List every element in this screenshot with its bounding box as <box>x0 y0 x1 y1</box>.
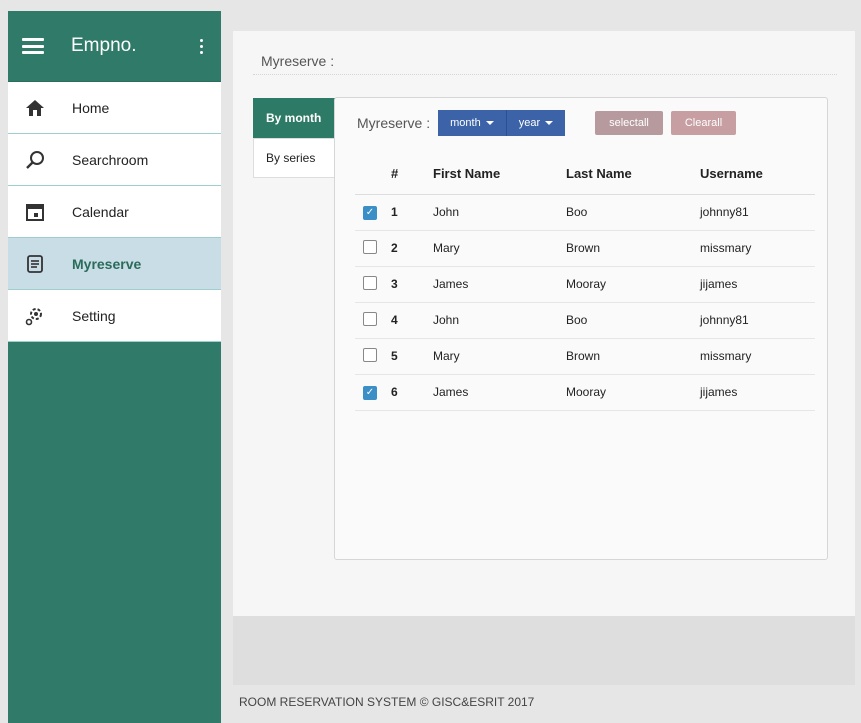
row-last-name: Mooray <box>566 374 700 411</box>
footer-band <box>233 616 855 685</box>
row-checkbox[interactable] <box>363 311 377 326</box>
select-all-button[interactable]: selectall <box>595 111 663 135</box>
row-num: 6 <box>381 374 433 411</box>
period-dropdowns: month year <box>438 110 566 136</box>
table-row: ✓ 1 John Boo johnny81 <box>355 194 815 231</box>
row-num: 3 <box>381 266 433 303</box>
row-username: missmary <box>700 230 815 267</box>
chevron-down-icon <box>485 121 494 125</box>
reserve-panel: Myreserve : month year selectall Clearal… <box>334 97 828 560</box>
row-num: 4 <box>381 302 433 339</box>
row-checkbox[interactable] <box>363 239 377 254</box>
row-first-name: James <box>433 374 566 411</box>
title-divider <box>253 74 837 75</box>
row-num: 2 <box>381 230 433 267</box>
header-num: # <box>381 154 433 195</box>
row-checkbox[interactable] <box>363 275 377 290</box>
main-content: Myreserve : By month By series Myreserve… <box>233 31 855 616</box>
hamburger-menu-icon[interactable] <box>22 38 44 54</box>
row-last-name: Brown <box>566 338 700 375</box>
table-row: 4 John Boo johnny81 <box>355 302 815 339</box>
clear-all-button[interactable]: Clearall <box>670 111 737 135</box>
row-last-name: Boo <box>566 194 700 231</box>
tab-by-month[interactable]: By month <box>253 98 343 138</box>
sidebar-item-calendar[interactable]: Calendar <box>8 186 221 238</box>
sidebar-item-label: Myreserve <box>72 255 142 272</box>
month-dropdown-label: month <box>450 117 481 129</box>
footer-text: ROOM RESERVATION SYSTEM © GISC&ESRIT 201… <box>239 695 535 709</box>
tab-by-series[interactable]: By series <box>253 138 343 178</box>
row-username: johnny81 <box>700 302 815 339</box>
row-first-name: John <box>433 302 566 339</box>
document-icon <box>24 253 46 275</box>
calendar-icon <box>24 201 46 223</box>
toolbar: Myreserve : month year selectall Clearal… <box>357 110 744 136</box>
row-username: johnny81 <box>700 194 815 231</box>
row-first-name: Mary <box>433 230 566 267</box>
row-last-name: Mooray <box>566 266 700 303</box>
header-username: Username <box>700 154 815 195</box>
gear-icon <box>24 305 46 327</box>
row-first-name: Mary <box>433 338 566 375</box>
page-title: Myreserve : <box>261 53 335 69</box>
row-checkbox[interactable] <box>363 347 377 362</box>
year-dropdown[interactable]: year <box>505 110 566 136</box>
sidebar-item-label: Searchroom <box>72 151 149 168</box>
sidebar-item-label: Calendar <box>72 203 129 220</box>
search-icon <box>24 149 46 171</box>
row-num: 1 <box>381 194 433 231</box>
row-checkbox[interactable]: ✓ <box>363 385 377 400</box>
month-dropdown[interactable]: month <box>438 110 506 136</box>
toolbar-label: Myreserve : <box>357 115 431 131</box>
sidebar-item-label: Setting <box>72 307 116 324</box>
sidebar-item-label: Home <box>72 99 110 116</box>
sidebar-item-home[interactable]: Home <box>8 82 221 134</box>
sidebar: Empno. Home Searchroom Calendar Myreserv… <box>8 11 221 723</box>
table-row: ✓ 6 James Mooray jijames <box>355 374 815 411</box>
row-username: missmary <box>700 338 815 375</box>
row-username: jijames <box>700 374 815 411</box>
row-checkbox[interactable]: ✓ <box>363 205 377 220</box>
row-num: 5 <box>381 338 433 375</box>
year-dropdown-label: year <box>518 117 541 129</box>
header-last-name: Last Name <box>566 154 700 195</box>
table-row: 2 Mary Brown missmary <box>355 230 815 267</box>
header-checkbox-col <box>355 154 381 195</box>
row-first-name: James <box>433 266 566 303</box>
chevron-down-icon <box>545 121 554 125</box>
reservation-table: # First Name Last Name Username ✓ 1 John Bo… <box>355 154 815 411</box>
sidebar-header: Empno. <box>8 11 221 82</box>
sidebar-item-searchroom[interactable]: Searchroom <box>8 134 221 186</box>
sidebar-item-setting[interactable]: Setting <box>8 290 221 342</box>
row-last-name: Brown <box>566 230 700 267</box>
header-first-name: First Name <box>433 154 566 195</box>
more-options-icon[interactable] <box>195 38 207 54</box>
sidebar-nav: Home Searchroom Calendar Myreserve Setti… <box>8 82 221 342</box>
home-icon <box>24 97 46 119</box>
row-username: jijames <box>700 266 815 303</box>
sidebar-item-myreserve[interactable]: Myreserve <box>8 238 221 290</box>
app-title: Empno. <box>71 35 137 56</box>
row-last-name: Boo <box>566 302 700 339</box>
table-row: 3 James Mooray jijames <box>355 266 815 303</box>
row-first-name: John <box>433 194 566 231</box>
table-row: 5 Mary Brown missmary <box>355 338 815 375</box>
table-header-row: # First Name Last Name Username <box>355 154 815 195</box>
tabs: By month By series <box>253 98 343 178</box>
